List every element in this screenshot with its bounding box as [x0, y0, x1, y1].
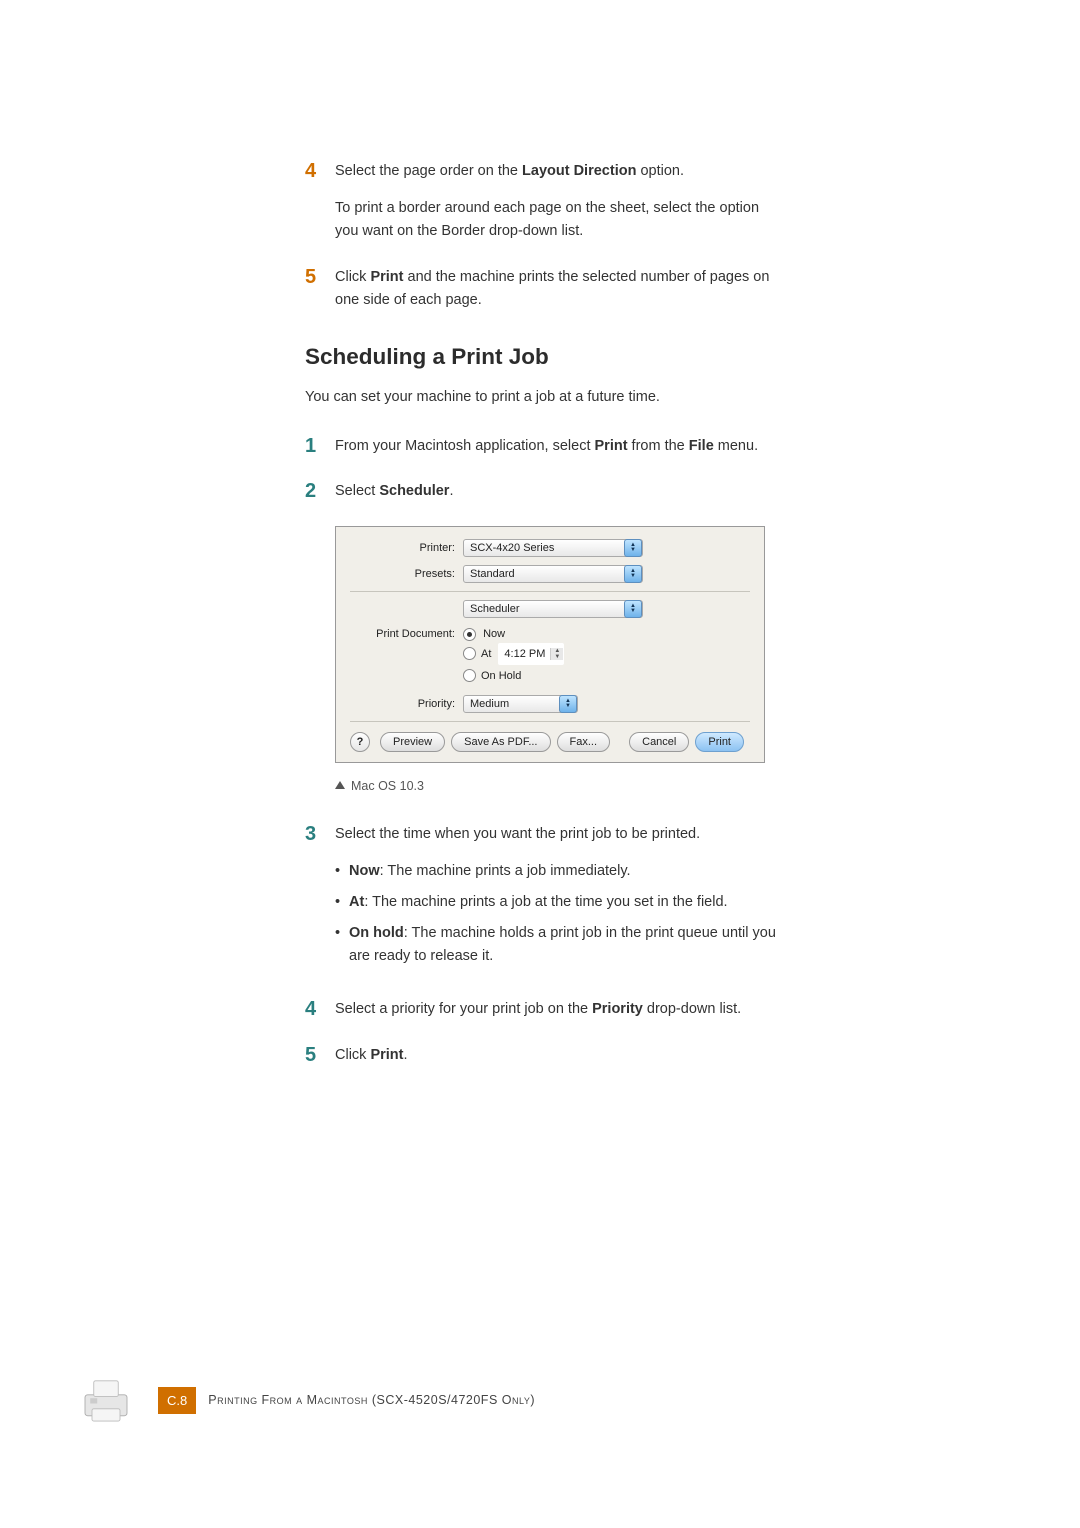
pane-popup[interactable]: Scheduler ▲▼ — [463, 600, 643, 618]
step-number: 3 — [305, 823, 335, 844]
print-dialog-screenshot: Printer: SCX-4x20 Series ▲▼ Presets: Sta… — [335, 526, 785, 763]
step: 3 Select the time when you want the prin… — [305, 823, 785, 977]
footer-text: Printing From a Macintosh (SCX-4520S/472… — [208, 1393, 535, 1407]
step-body: Click Print and the machine prints the s… — [335, 266, 785, 312]
page-footer: C.8 Printing From a Macintosh (SCX-4520S… — [78, 1372, 535, 1428]
step-text: Click Print. — [335, 1044, 785, 1067]
step-number: 4 — [305, 160, 335, 181]
triangle-up-icon — [335, 781, 345, 789]
cancel-button[interactable]: Cancel — [629, 732, 689, 752]
fax-button[interactable]: Fax... — [557, 732, 611, 752]
print-button[interactable]: Print — [695, 732, 744, 752]
step: 1From your Macintosh application, select… — [305, 435, 785, 458]
bullet-item: Now: The machine prints a job immediatel… — [335, 860, 785, 883]
step-number: 2 — [305, 480, 335, 501]
opt-at-label: At — [481, 645, 491, 663]
priority-popup[interactable]: Medium ▲▼ — [463, 695, 578, 713]
step-body: Select Scheduler. — [335, 480, 785, 503]
step-text: To print a border around each page on th… — [335, 197, 785, 243]
step-number: 5 — [305, 266, 335, 287]
step-number: 1 — [305, 435, 335, 456]
step: 5Click Print. — [305, 1044, 785, 1067]
time-stepper-icon[interactable]: ▲▼ — [550, 648, 563, 660]
opt-onhold-label: On Hold — [481, 667, 521, 685]
step3-bullet-list: Now: The machine prints a job immediatel… — [335, 860, 785, 969]
presets-value: Standard — [470, 568, 515, 580]
step-number: 5 — [305, 1044, 335, 1065]
help-button[interactable]: ? — [350, 732, 370, 752]
step-text: Select the time when you want the print … — [335, 823, 785, 846]
step: 4Select the page order on the Layout Dir… — [305, 160, 785, 244]
preview-button[interactable]: Preview — [380, 732, 445, 752]
step-text: From your Macintosh application, select … — [335, 435, 785, 458]
step-text: Select a priority for your print job on … — [335, 998, 785, 1021]
at-time-field[interactable]: 4:12 PM ▲▼ — [498, 643, 564, 665]
step-body: Select the time when you want the print … — [335, 823, 785, 977]
content-area: 4Select the page order on the Layout Dir… — [305, 160, 785, 1089]
presets-popup[interactable]: Standard ▲▼ — [463, 565, 643, 583]
step-body: Click Print. — [335, 1044, 785, 1067]
print-document-label: Print Document: — [350, 628, 463, 640]
radio-at[interactable] — [463, 647, 476, 660]
presets-label: Presets: — [350, 568, 463, 580]
bullet-item: At: The machine prints a job at the time… — [335, 891, 785, 914]
popup-arrows-icon: ▲▼ — [624, 565, 642, 583]
radio-onhold[interactable] — [463, 669, 476, 682]
priority-label: Priority: — [350, 698, 463, 710]
step: 4Select a priority for your print job on… — [305, 998, 785, 1021]
priority-value: Medium — [470, 698, 509, 710]
dialog-divider — [350, 591, 750, 592]
step-text: Select Scheduler. — [335, 480, 785, 503]
step-body: Select a priority for your print job on … — [335, 998, 785, 1021]
step-number: 4 — [305, 998, 335, 1019]
at-time-value: 4:12 PM — [499, 644, 550, 664]
section-heading: Scheduling a Print Job — [305, 344, 785, 370]
dialog-divider — [350, 721, 750, 722]
step-text: Select the page order on the Layout Dire… — [335, 160, 785, 183]
bullet-item: On hold: The machine holds a print job i… — [335, 922, 785, 968]
page-number-badge: C.8 — [158, 1387, 196, 1414]
printer-icon — [78, 1372, 134, 1428]
step-body: From your Macintosh application, select … — [335, 435, 785, 458]
step: 5Click Print and the machine prints the … — [305, 266, 785, 312]
opt-now-label: Now — [483, 628, 505, 640]
printer-popup[interactable]: SCX-4x20 Series ▲▼ — [463, 539, 643, 557]
screenshot-caption: Mac OS 10.3 — [335, 779, 785, 793]
popup-arrows-icon: ▲▼ — [559, 695, 577, 713]
radio-now[interactable] — [463, 628, 476, 641]
step-body: Select the page order on the Layout Dire… — [335, 160, 785, 244]
save-as-pdf-button[interactable]: Save As PDF... — [451, 732, 550, 752]
popup-arrows-icon: ▲▼ — [624, 600, 642, 618]
printer-value: SCX-4x20 Series — [470, 542, 554, 554]
popup-arrows-icon: ▲▼ — [624, 539, 642, 557]
printer-label: Printer: — [350, 542, 463, 554]
step-text: Click Print and the machine prints the s… — [335, 266, 785, 312]
section-intro: You can set your machine to print a job … — [305, 386, 785, 409]
document-page: 4Select the page order on the Layout Dir… — [0, 0, 1080, 1528]
step: 2Select Scheduler. — [305, 480, 785, 503]
pane-value: Scheduler — [470, 603, 520, 615]
